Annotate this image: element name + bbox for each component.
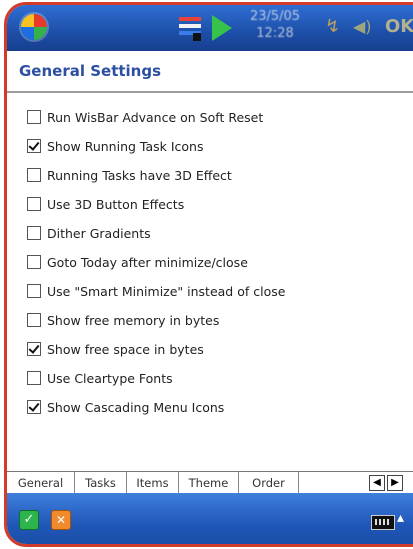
start-menu-icon[interactable] <box>21 14 47 40</box>
signal-icon[interactable]: ↯ <box>325 18 343 36</box>
checkbox[interactable] <box>27 313 41 327</box>
option-label: Goto Today after minimize/close <box>47 254 248 270</box>
option-smart-minimize[interactable]: Use "Smart Minimize" instead of close <box>27 281 285 301</box>
tab-items[interactable]: Items <box>127 472 179 494</box>
option-label: Running Tasks have 3D Effect <box>47 167 232 183</box>
volume-icon[interactable]: ◀) <box>353 17 373 37</box>
play-icon[interactable] <box>212 15 232 41</box>
taskbar: 23/5/05 12:28 ↯ ◀) OK <box>7 5 413 51</box>
wisbar-icon[interactable] <box>179 15 205 41</box>
tab-scroll-arrows: ◀ ▶ <box>369 475 409 491</box>
option-label: Show free space in bytes <box>47 341 204 357</box>
option-label: Use "Smart Minimize" instead of close <box>47 283 286 299</box>
option-label: Use 3D Button Effects <box>47 196 185 212</box>
option-run-on-soft-reset[interactable]: Run WisBar Advance on Soft Reset <box>27 107 263 127</box>
ok-button[interactable]: OK <box>385 16 413 37</box>
title-divider <box>7 91 413 93</box>
input-menu-caret-icon[interactable]: ▴ <box>397 510 404 526</box>
option-label: Use Cleartype Fonts <box>47 370 173 386</box>
option-running-tasks-3d[interactable]: Running Tasks have 3D Effect <box>27 165 232 185</box>
checkbox[interactable] <box>27 284 41 298</box>
checkbox[interactable] <box>27 139 41 153</box>
tab-general[interactable]: General <box>7 472 75 494</box>
option-label: Show Running Task Icons <box>47 138 204 154</box>
tab-theme[interactable]: Theme <box>179 472 239 494</box>
option-show-running-task-icons[interactable]: Show Running Task Icons <box>27 136 204 156</box>
option-label: Run WisBar Advance on Soft Reset <box>47 109 264 125</box>
checkbox[interactable] <box>27 197 41 211</box>
tab-order[interactable]: Order <box>239 472 299 494</box>
clock[interactable]: 23/5/05 12:28 <box>239 8 311 42</box>
option-cascading-menu-icons[interactable]: Show Cascading Menu Icons <box>27 397 224 417</box>
option-cleartype-fonts[interactable]: Use Cleartype Fonts <box>27 368 173 388</box>
option-label: Show free memory in bytes <box>47 312 220 328</box>
page-title: General Settings <box>19 62 162 80</box>
tab-scroll-left-icon[interactable]: ◀ <box>369 475 385 491</box>
checkbox[interactable] <box>27 342 41 356</box>
tab-scroll-right-icon[interactable]: ▶ <box>387 475 403 491</box>
tab-bar: General Tasks Items Theme Order ◀ ▶ <box>7 471 413 494</box>
checkbox[interactable] <box>27 168 41 182</box>
checkbox[interactable] <box>27 226 41 240</box>
tab-tasks[interactable]: Tasks <box>75 472 127 494</box>
close-icon[interactable]: ✕ <box>51 510 71 530</box>
checkbox[interactable] <box>27 371 41 385</box>
option-3d-button-effects[interactable]: Use 3D Button Effects <box>27 194 184 214</box>
option-dither-gradients[interactable]: Dither Gradients <box>27 223 151 243</box>
checkbox[interactable] <box>27 255 41 269</box>
clock-time: 12:28 <box>256 26 294 41</box>
device-frame: 23/5/05 12:28 ↯ ◀) OK General Settings R… <box>4 2 413 547</box>
option-goto-today[interactable]: Goto Today after minimize/close <box>27 252 248 272</box>
bottom-command-bar: ✓ ✕ ▴ <box>7 493 413 544</box>
check-icon[interactable]: ✓ <box>19 510 39 530</box>
title-bar: General Settings <box>7 51 413 91</box>
keyboard-icon[interactable] <box>371 515 395 530</box>
clock-date: 23/5/05 <box>249 9 301 24</box>
checkbox[interactable] <box>27 400 41 414</box>
checkbox[interactable] <box>27 110 41 124</box>
option-free-memory-bytes[interactable]: Show free memory in bytes <box>27 310 219 330</box>
option-label: Show Cascading Menu Icons <box>47 399 225 415</box>
option-free-space-bytes[interactable]: Show free space in bytes <box>27 339 204 359</box>
option-label: Dither Gradients <box>47 225 151 241</box>
